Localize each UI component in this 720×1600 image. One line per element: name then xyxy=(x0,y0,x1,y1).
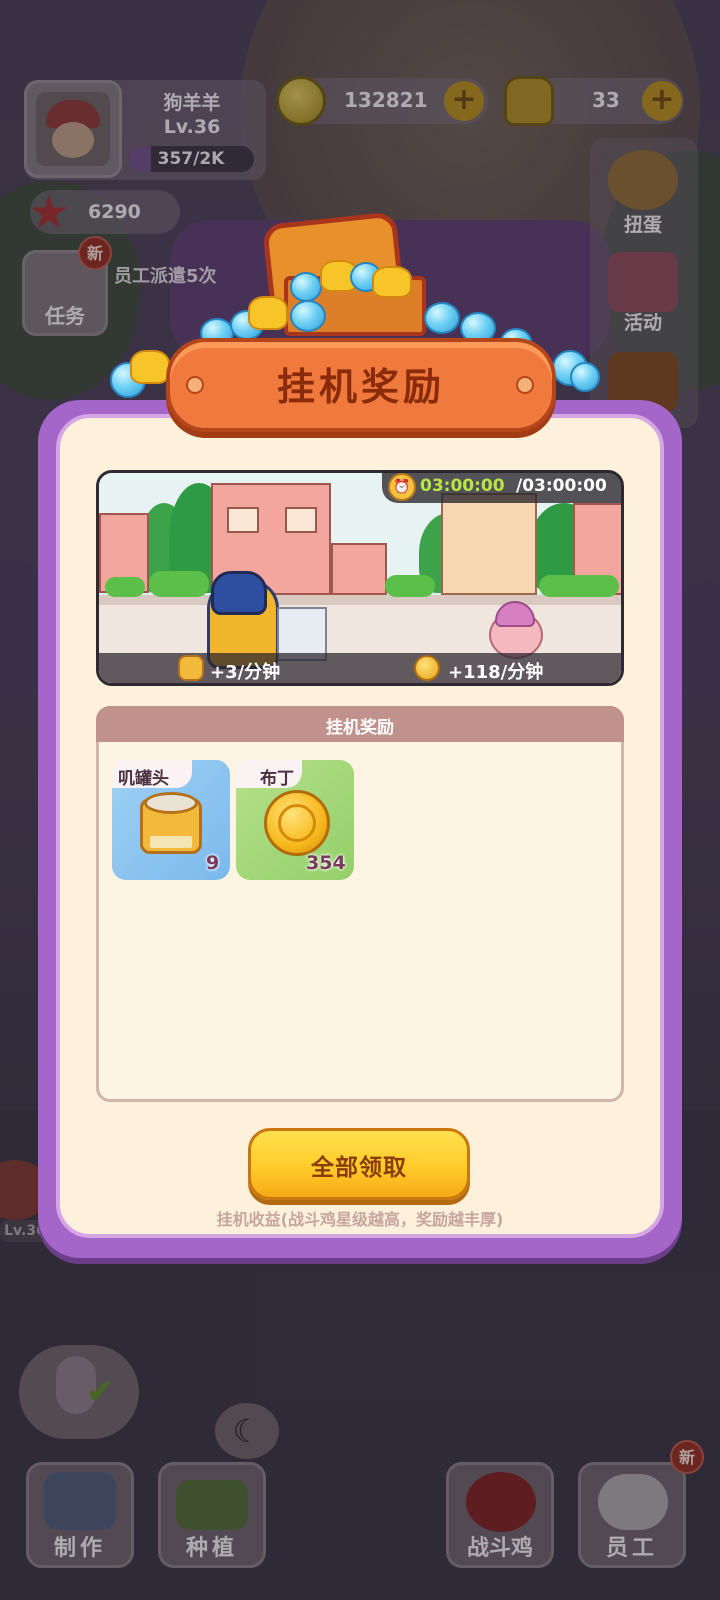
coin-ring xyxy=(278,804,316,842)
banner-window xyxy=(285,507,317,533)
modal-title: 挂机奖励 xyxy=(276,365,445,409)
collect-all-label[interactable]: 全部领取 xyxy=(248,1148,470,1182)
item-count: 9 xyxy=(206,852,220,874)
gem-icon xyxy=(570,362,600,392)
item-name: 叽罐头 xyxy=(118,769,169,789)
banner-bush xyxy=(149,571,209,597)
rate-coins: +118/分钟 xyxy=(448,662,544,683)
banner-bush xyxy=(385,575,435,597)
can-label xyxy=(150,836,192,848)
banner-bush xyxy=(539,575,619,597)
item-count: 354 xyxy=(306,852,346,874)
banner-shop xyxy=(441,493,537,595)
cheese-icon xyxy=(130,350,170,384)
cheese-icon xyxy=(248,296,288,330)
reward-panel-title: 挂机奖励 xyxy=(326,718,394,738)
idle-reward-footnote: 挂机收益(战斗鸡星级越高，奖励越丰厚) xyxy=(216,1210,504,1229)
can-icon xyxy=(178,655,204,681)
cheese-icon xyxy=(372,266,412,298)
rate-cans: +3/分钟 xyxy=(210,662,281,683)
chicken-headdress xyxy=(211,571,267,615)
banner-window xyxy=(227,507,259,533)
timer-elapsed: 03:00:00 xyxy=(420,476,505,496)
gem-icon xyxy=(290,300,326,332)
can-lid xyxy=(144,792,198,814)
gem-icon xyxy=(290,272,322,302)
banner-house xyxy=(331,543,387,595)
gem-icon xyxy=(424,302,460,334)
alarm-clock-icon: ⏰ xyxy=(388,473,416,501)
timer-max: /03:00:00 xyxy=(516,476,607,496)
item-name: 布丁 xyxy=(260,769,294,789)
banner-bush xyxy=(105,577,145,597)
coin-icon xyxy=(414,655,440,681)
